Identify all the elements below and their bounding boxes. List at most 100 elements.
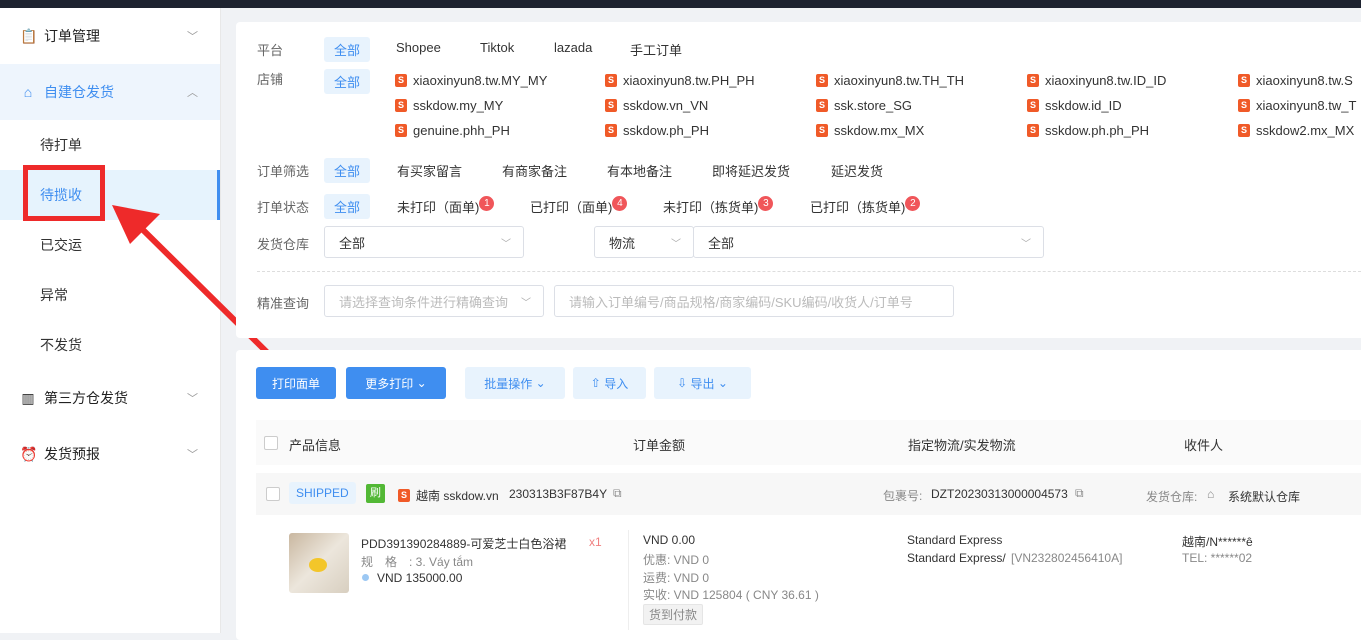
shopee-icon: S <box>1238 99 1250 112</box>
divider <box>257 271 1361 272</box>
print-waybill-button[interactable]: 打印面单 <box>256 367 336 399</box>
logistics-select[interactable]: 全部﹀ <box>693 226 1044 258</box>
import-button[interactable]: ⇧ 导入 <box>573 367 646 399</box>
export-button[interactable]: ⇩ 导出 ⌄ <box>654 367 751 399</box>
shopee-icon: S <box>816 99 828 112</box>
store-name: sskdow.mx_MX <box>834 123 924 138</box>
platform-option-shopee[interactable]: Shopee <box>396 40 441 55</box>
store-option[interactable]: Sssk.store_SG <box>816 98 912 113</box>
shopee-icon: S <box>1027 74 1039 87</box>
select-all-checkbox[interactable] <box>264 436 278 450</box>
store-option[interactable]: Sxiaoxinyun8.tw.ID_ID <box>1027 73 1166 88</box>
option-label: 未打印（面单) <box>397 200 479 215</box>
store-option[interactable]: Ssskdow.mx_MX <box>816 123 924 138</box>
store-name: 越南 sskdow.vn <box>416 487 499 504</box>
dot-icon <box>362 574 369 581</box>
warehouse-select[interactable]: 全部﹀ <box>324 226 524 258</box>
column-header-logistics: 指定物流/实发物流 <box>908 435 1016 454</box>
store-option[interactable]: Sxiaoxinyun8.tw.TH_TH <box>816 73 964 88</box>
precise-query-label: 精准查询 <box>257 293 309 312</box>
order-filter-all[interactable]: 全部 <box>324 158 370 183</box>
option-label: 已打印（面单) <box>530 200 612 215</box>
store-name: sskdow.ph_PH <box>623 123 709 138</box>
button-label: 批量操作 <box>484 375 532 392</box>
platform-option-all[interactable]: 全部 <box>324 37 370 62</box>
platform-option-tiktok[interactable]: Tiktok <box>480 40 514 55</box>
chevron-down-icon: ⌄ <box>536 376 546 390</box>
store-option[interactable]: Sxiaoxinyun8.tw_T <box>1238 98 1356 113</box>
store-name: xiaoxinyun8.tw.ID_ID <box>1045 73 1166 88</box>
order-checkbox[interactable] <box>266 487 280 501</box>
query-input[interactable]: 请输入订单编号/商品规格/商家编码/SKU编码/收货人/订单号 <box>554 285 954 317</box>
chevron-down-icon: ⌄ <box>718 376 728 390</box>
button-label: 导出 <box>690 375 714 392</box>
tracking-number[interactable]: [VN232802456410A] <box>1011 551 1122 565</box>
amount-shipping: 运费: VND 0 <box>643 569 709 586</box>
store-option[interactable]: Ssskdow.ph_PH <box>605 123 709 138</box>
store-option[interactable]: Ssskdow.my_MY <box>395 98 503 113</box>
menu-label: 发货预报 <box>44 444 100 464</box>
store-name: sskdow.ph.ph_PH <box>1045 123 1149 138</box>
copy-icon[interactable]: ⧉ <box>1075 486 1084 501</box>
store-name: xiaoxinyun8.tw.S <box>1256 73 1353 88</box>
select-placeholder: 请选择查询条件进行精确查询 <box>339 292 508 311</box>
store-option[interactable]: Ssskdow2.mx_MX <box>1238 123 1354 138</box>
print-status-all[interactable]: 全部 <box>324 194 370 219</box>
recipient-tel: TEL: ******02 <box>1182 551 1252 565</box>
query-condition-select[interactable]: 请选择查询条件进行精确查询﹀ <box>324 285 544 317</box>
order-filter-merchant-note[interactable]: 有商家备注 <box>502 161 567 180</box>
order-store: S 越南 sskdow.vn <box>398 487 499 504</box>
store-name: xiaoxinyun8.tw.MY_MY <box>413 73 547 88</box>
store-option[interactable]: Sxiaoxinyun8.tw.MY_MY <box>395 73 547 88</box>
option-label: 已打印（拣货单) <box>810 200 905 215</box>
platform-option-lazada[interactable]: lazada <box>554 40 592 55</box>
batch-action-button[interactable]: 批量操作 ⌄ <box>465 367 565 399</box>
menu-shipment-forecast[interactable]: ⏰发货预报﹀ <box>0 426 220 482</box>
shopee-icon: S <box>398 489 410 502</box>
chevron-down-icon: ⌄ <box>417 376 427 390</box>
warehouse-icon: ⌂ <box>1207 487 1214 501</box>
store-name: xiaoxinyun8.tw_T <box>1256 98 1356 113</box>
button-label: 导入 <box>604 375 628 392</box>
store-option[interactable]: Ssskdow.vn_VN <box>605 98 708 113</box>
button-label: 更多打印 <box>365 375 413 392</box>
store-option[interactable]: Sxiaoxinyun8.tw.S <box>1238 73 1353 88</box>
order-filter-delayed[interactable]: 延迟发货 <box>831 161 883 180</box>
store-option[interactable]: Ssskdow.ph.ph_PH <box>1027 123 1149 138</box>
order-filter-buyer-message[interactable]: 有买家留言 <box>397 161 462 180</box>
package-label: 包裹号: <box>883 487 922 504</box>
store-option-all[interactable]: 全部 <box>324 69 370 94</box>
order-filter-local-note[interactable]: 有本地备注 <box>607 161 672 180</box>
print-status-printed-picklist[interactable]: 已打印（拣货单)2 <box>810 197 920 217</box>
product-title[interactable]: PDD391390284889-可爱芝士白色浴裙 <box>361 535 566 552</box>
logistics-type-select[interactable]: 物流﹀ <box>594 226 694 258</box>
order-number: 230313B3F87B4Y <box>509 487 607 501</box>
more-print-button[interactable]: 更多打印 ⌄ <box>346 367 446 399</box>
shopee-icon: S <box>395 74 407 87</box>
shopee-icon: S <box>1027 124 1039 137</box>
store-label: 店铺 <box>257 69 283 88</box>
store-option[interactable]: Sxiaoxinyun8.tw.PH_PH <box>605 73 755 88</box>
count-badge: 4 <box>612 196 627 211</box>
copy-icon[interactable]: ⧉ <box>613 486 622 501</box>
store-name: genuine.phh_PH <box>413 123 510 138</box>
alarm-icon: ⏰ <box>20 446 36 462</box>
actual-logistics: Standard Express/ <box>907 551 1006 565</box>
store-option[interactable]: Ssskdow.id_ID <box>1027 98 1122 113</box>
count-badge: 1 <box>479 196 494 211</box>
print-status-printed-waybill[interactable]: 已打印（面单)4 <box>530 197 627 217</box>
select-value: 全部 <box>708 233 734 252</box>
product-image <box>289 533 349 593</box>
shopee-icon: S <box>1027 99 1039 112</box>
store-option[interactable]: Sgenuine.phh_PH <box>395 123 510 138</box>
shopee-icon: S <box>1238 74 1250 87</box>
divider <box>628 530 629 630</box>
print-status-unprinted-picklist[interactable]: 未打印（拣货单)3 <box>663 197 773 217</box>
platform-option-manual[interactable]: 手工订单 <box>630 40 682 59</box>
store-name: sskdow.id_ID <box>1045 98 1122 113</box>
column-header-recipient: 收件人 <box>1184 435 1223 454</box>
print-status-unprinted-waybill[interactable]: 未打印（面单)1 <box>397 197 494 217</box>
column-header-amount: 订单金额 <box>633 435 685 454</box>
product-quantity: x1 <box>589 535 602 549</box>
order-filter-soon-delayed[interactable]: 即将延迟发货 <box>712 161 790 180</box>
